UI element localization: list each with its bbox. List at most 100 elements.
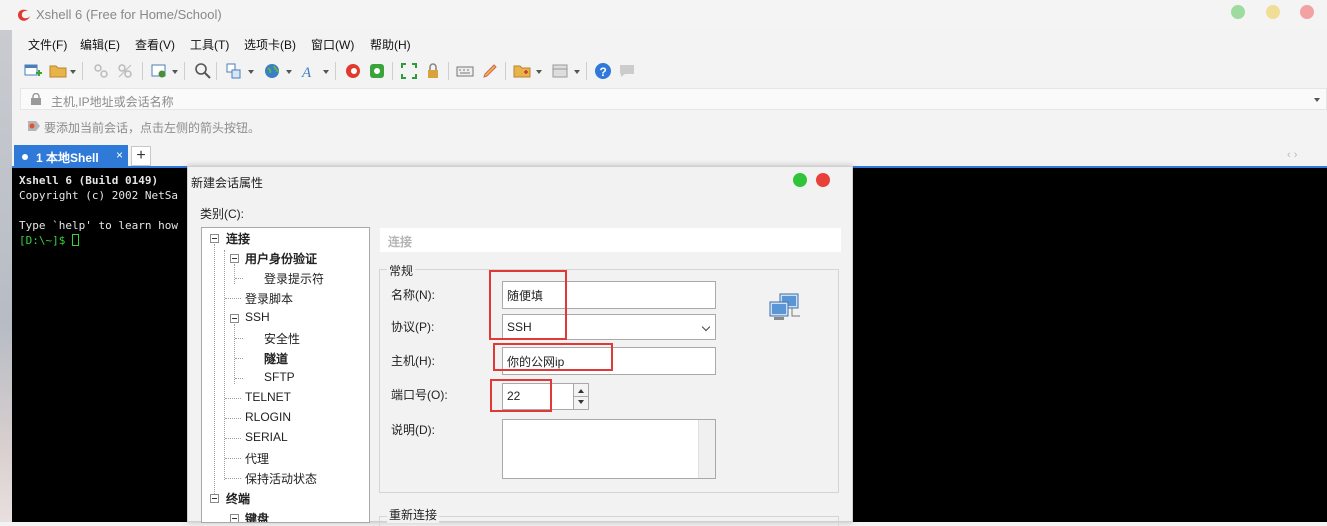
- category-tree[interactable]: 连接 用户身份验证 登录提示符 登录脚本 SSH 安全性 隧道 SFTP TEL…: [201, 227, 370, 523]
- tree-connector: [225, 438, 241, 439]
- tree-connector: [235, 358, 243, 359]
- help-icon[interactable]: ?: [594, 62, 612, 80]
- dialog-close-button[interactable]: [816, 173, 830, 187]
- hint-text: 要添加当前会话，点击左侧的箭头按钮。: [44, 121, 261, 135]
- disconnect-icon: [118, 64, 132, 78]
- stepper-up-icon[interactable]: [578, 389, 584, 393]
- maximize-button[interactable]: [1266, 5, 1280, 19]
- menu-file[interactable]: 文件(F): [28, 36, 67, 53]
- terminal-line: Copyright (c) 2002 NetSa: [19, 189, 178, 202]
- tree-item-connection[interactable]: 连接: [226, 230, 250, 247]
- lock-icon[interactable]: [424, 62, 442, 80]
- title-bar: Xshell 6 (Free for Home/School): [0, 0, 1327, 30]
- toolbar-separator: [505, 62, 506, 80]
- reconnect-group-title: 重新连接: [387, 506, 440, 523]
- terminal-line: Type `help' to learn how: [19, 219, 178, 232]
- add-session-arrow-icon[interactable]: [27, 120, 41, 133]
- transfer-icon[interactable]: [225, 62, 243, 80]
- description-scrollbar[interactable]: [698, 420, 715, 478]
- toolbar-separator: [448, 62, 449, 80]
- terminal-prompt-line: [D:\~]$: [19, 234, 79, 247]
- globe-dropdown-icon[interactable]: [286, 70, 292, 74]
- fullscreen-icon[interactable]: [400, 62, 418, 80]
- menu-edit[interactable]: 编辑(E): [80, 36, 120, 53]
- description-field[interactable]: [502, 419, 716, 479]
- menu-tools[interactable]: 工具(T): [190, 36, 229, 53]
- tree-item-keyboard[interactable]: 键盘: [245, 510, 269, 522]
- tree-item-rlogin[interactable]: RLOGIN: [245, 410, 291, 424]
- tree-connector: [224, 250, 225, 480]
- keyboard-icon[interactable]: [456, 62, 474, 80]
- tree-connector: [225, 298, 241, 299]
- xftp-icon[interactable]: [368, 62, 386, 80]
- tab-close-icon[interactable]: ×: [116, 148, 123, 162]
- compose-dropdown-icon[interactable]: [536, 70, 542, 74]
- new-session-dialog: 新建会话属性 类别(C): 连接 用户身份验证 登录提示符 登录脚本 SSH 安…: [187, 166, 853, 526]
- tree-item-security[interactable]: 安全性: [264, 330, 300, 347]
- properties-dropdown-icon[interactable]: [172, 70, 178, 74]
- port-label: 端口号(O):: [391, 388, 448, 402]
- desktop-edge: [0, 30, 12, 522]
- tree-item-tunneling[interactable]: 隧道: [264, 350, 288, 367]
- open-folder-icon[interactable]: [49, 62, 67, 80]
- font-dropdown-icon[interactable]: [323, 70, 329, 74]
- tree-collapse-icon[interactable]: [210, 234, 219, 243]
- open-dropdown-icon[interactable]: [70, 70, 76, 74]
- tree-collapse-icon[interactable]: [230, 314, 239, 323]
- annotation-box: [490, 379, 552, 412]
- stepper-divider: [574, 396, 588, 397]
- tree-item-login-prompts[interactable]: 登录提示符: [264, 270, 324, 287]
- chat-icon[interactable]: [618, 62, 636, 80]
- address-bar[interactable]: 主机,IP地址或会话名称: [20, 88, 1327, 110]
- tree-item-serial[interactable]: SERIAL: [245, 430, 288, 444]
- svg-text:A: A: [301, 65, 312, 80]
- tree-connector: [214, 244, 215, 500]
- description-label: 说明(D):: [391, 423, 435, 437]
- tree-item-keep-alive[interactable]: 保持活动状态: [245, 470, 317, 487]
- tree-connector: [225, 478, 241, 479]
- compose-icon[interactable]: [513, 62, 531, 80]
- tree-collapse-icon[interactable]: [230, 254, 239, 263]
- host-label: 主机(H):: [391, 354, 435, 368]
- tree-connector: [234, 264, 235, 284]
- menu-view[interactable]: 查看(V): [135, 36, 175, 53]
- tab-local-shell[interactable]: 1 本地Shell ×: [14, 145, 128, 168]
- properties-icon[interactable]: [150, 62, 168, 80]
- minimize-button[interactable]: [1231, 5, 1245, 19]
- tree-item-authentication[interactable]: 用户身份验证: [245, 250, 317, 267]
- find-icon[interactable]: [194, 62, 212, 80]
- tab-nav-arrows[interactable]: ‹ ›: [1287, 149, 1297, 161]
- annotation-box: [493, 343, 613, 371]
- tree-item-login-scripts[interactable]: 登录脚本: [245, 290, 293, 307]
- tree-connector: [225, 398, 241, 399]
- port-stepper[interactable]: [573, 383, 589, 410]
- tree-item-ssh[interactable]: SSH: [245, 310, 270, 324]
- add-tab-button[interactable]: +: [131, 146, 151, 166]
- dialog-help-button[interactable]: [793, 173, 807, 187]
- tab-status-icon: [22, 154, 28, 160]
- tree-connector: [225, 458, 241, 459]
- layout-icon[interactable]: [551, 62, 569, 80]
- xshell-icon[interactable]: [344, 62, 362, 80]
- network-computers-icon: [769, 293, 800, 320]
- tree-collapse-icon[interactable]: [210, 494, 219, 503]
- tree-item-terminal[interactable]: 终端: [226, 490, 250, 507]
- font-icon[interactable]: A: [301, 62, 319, 80]
- menu-help[interactable]: 帮助(H): [370, 36, 411, 53]
- window-title: Xshell 6 (Free for Home/School): [36, 7, 222, 22]
- highlight-icon[interactable]: [481, 62, 499, 80]
- stepper-down-icon[interactable]: [578, 400, 584, 404]
- tree-item-telnet[interactable]: TELNET: [245, 390, 291, 404]
- toolbar-separator: [184, 62, 185, 80]
- globe-icon[interactable]: [263, 62, 281, 80]
- new-session-icon[interactable]: [24, 62, 42, 80]
- transfer-dropdown-icon[interactable]: [248, 70, 254, 74]
- tree-item-proxy[interactable]: 代理: [245, 450, 269, 467]
- tree-item-sftp[interactable]: SFTP: [264, 370, 295, 384]
- svg-text:?: ?: [600, 65, 607, 79]
- layout-dropdown-icon[interactable]: [574, 70, 580, 74]
- close-window-button[interactable]: [1300, 5, 1314, 19]
- menu-tabs[interactable]: 选项卡(B): [244, 36, 296, 53]
- address-dropdown-icon[interactable]: [1314, 98, 1320, 102]
- menu-window[interactable]: 窗口(W): [311, 36, 354, 53]
